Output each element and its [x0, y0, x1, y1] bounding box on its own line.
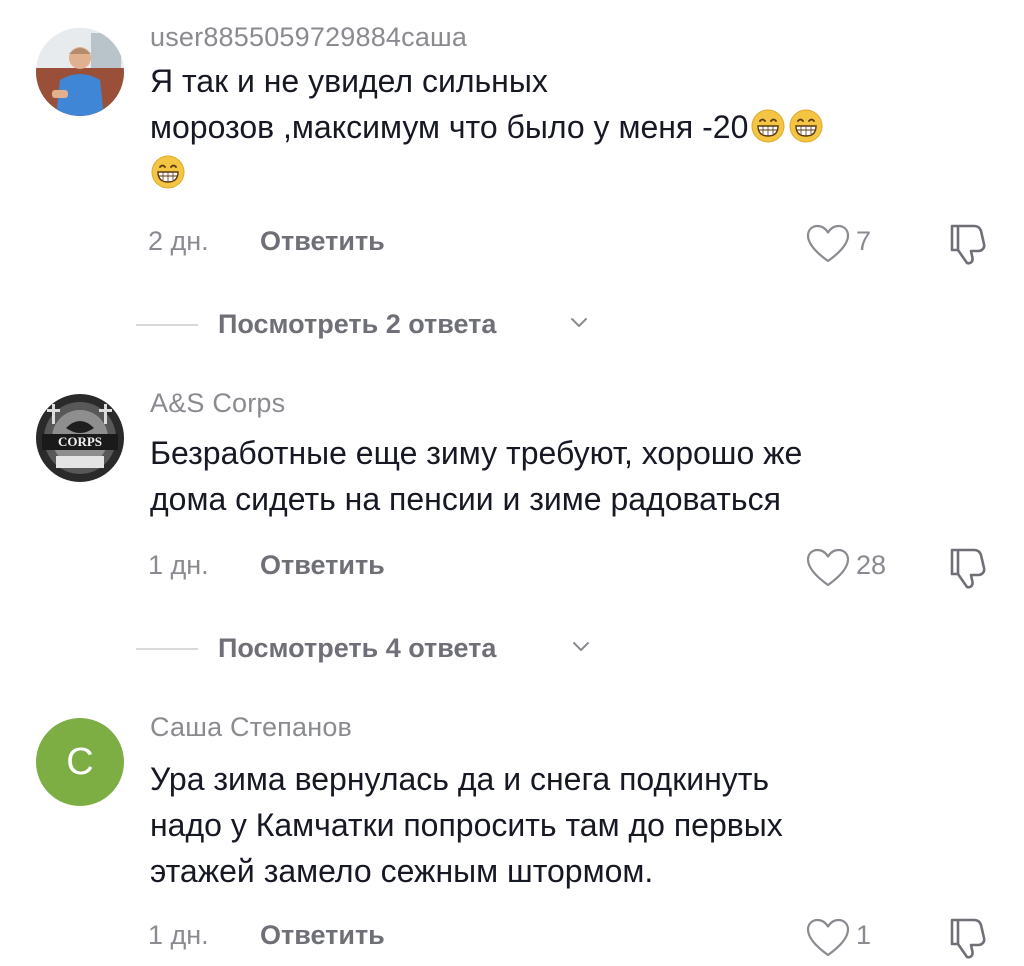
- corps-logo-icon: CORPS: [36, 394, 124, 482]
- comment-text: Безработные еще зиму требуют, хорошо же …: [150, 430, 1000, 522]
- comment-username[interactable]: user8855059729884саша: [150, 22, 467, 53]
- reply-button[interactable]: Ответить: [260, 920, 385, 951]
- grinning-face-icon: [150, 154, 186, 190]
- divider-line: [136, 648, 198, 650]
- comment-text-line: [150, 150, 1000, 196]
- heart-outline-icon[interactable]: [806, 918, 850, 958]
- grinning-face-icon: [788, 108, 824, 144]
- avatar[interactable]: [36, 28, 124, 116]
- thumbs-down-icon[interactable]: [944, 914, 990, 960]
- heart-outline-icon[interactable]: [806, 548, 850, 588]
- comment-timestamp: 2 дн.: [148, 226, 209, 256]
- comment-text-line: Ура зима вернулась да и снега подкинуть: [150, 761, 770, 797]
- svg-text:CORPS: CORPS: [58, 434, 102, 449]
- avatar[interactable]: CORPS: [36, 394, 124, 482]
- like-count: 28: [856, 550, 887, 580]
- view-replies-button[interactable]: Посмотреть 4 ответа: [136, 628, 736, 668]
- reply-button[interactable]: Ответить: [260, 226, 385, 257]
- comment-username[interactable]: A&S Corps: [150, 388, 285, 419]
- avatar[interactable]: С: [36, 718, 124, 806]
- comment-text-line: Безработные еще зиму требуют, хорошо же: [150, 435, 803, 471]
- comment-text-line: Я так и не увидел сильных: [150, 63, 548, 99]
- grinning-face-icon: [750, 108, 786, 144]
- comment-username[interactable]: Саша Степанов: [150, 712, 352, 743]
- heart-outline-icon[interactable]: [806, 224, 850, 264]
- thumbs-down-icon[interactable]: [944, 544, 990, 590]
- like-count: 1: [856, 920, 872, 950]
- thumbs-down-icon[interactable]: [944, 220, 990, 266]
- comment-text-line: дома сидеть на пенсии и зиме радоваться: [150, 481, 781, 517]
- view-replies-label: Посмотреть 4 ответа: [218, 633, 497, 663]
- user-photo-icon: [36, 28, 124, 116]
- like-count: 7: [856, 226, 872, 256]
- comment-text: Ура зима вернулась да и снега подкинуть …: [150, 756, 1000, 894]
- comment-text-line: морозов ,максимум что было у меня -20: [150, 104, 1000, 150]
- chevron-down-icon: [570, 316, 588, 330]
- comment-timestamp: 1 дн.: [148, 920, 209, 950]
- reply-button[interactable]: Ответить: [260, 550, 385, 581]
- comment-text-line: надо у Камчатки попросить там до первых: [150, 807, 783, 843]
- view-replies-label: Посмотреть 2 ответа: [218, 309, 497, 339]
- divider-line: [136, 324, 198, 326]
- comment-text: Я так и не увидел сильных морозов ,макси…: [150, 58, 1000, 196]
- view-replies-button[interactable]: Посмотреть 2 ответа: [136, 304, 736, 344]
- comment-text-line: этажей замело сежным штормом.: [150, 853, 654, 889]
- comment-timestamp: 1 дн.: [148, 550, 209, 580]
- chevron-down-icon: [572, 640, 590, 654]
